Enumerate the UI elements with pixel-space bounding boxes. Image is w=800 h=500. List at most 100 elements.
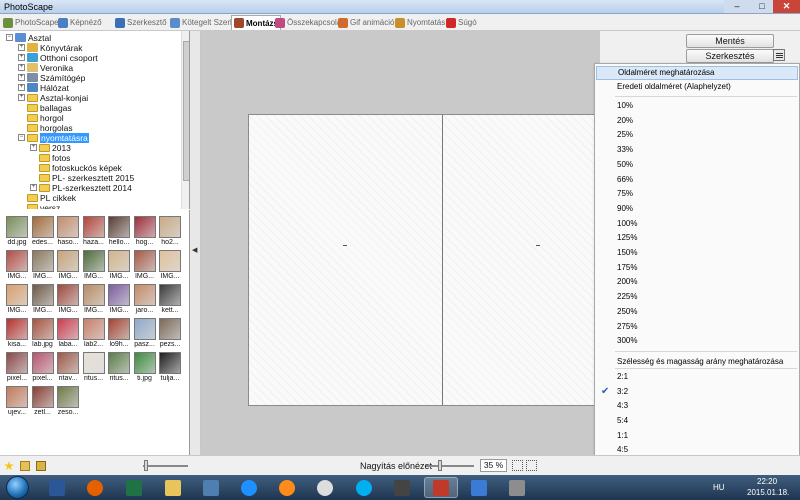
- tree-scroll-thumb[interactable]: [183, 41, 189, 181]
- zoom-slider[interactable]: [426, 465, 474, 467]
- zoom-slider-knob[interactable]: [438, 460, 443, 471]
- menu-zoom-66[interactable]: 66%: [596, 173, 798, 187]
- photo-thumbnail[interactable]: [82, 250, 105, 272]
- menu-ratio-3-2[interactable]: ✔ 3:2: [596, 385, 798, 399]
- folder-add-icon[interactable]: [20, 461, 30, 471]
- taskbar-app[interactable]: [232, 477, 266, 498]
- photo-thumbnail[interactable]: [6, 386, 28, 408]
- menu-zoom-50[interactable]: 50%: [596, 158, 798, 172]
- photo-thumbnail[interactable]: [159, 318, 181, 340]
- photo-thumbnail[interactable]: [31, 250, 54, 272]
- expander-icon[interactable]: +: [18, 54, 25, 61]
- menu-zoom-225[interactable]: 225%: [596, 290, 798, 304]
- photo-thumbnail[interactable]: [82, 352, 105, 374]
- montage-canvas[interactable]: [248, 114, 600, 406]
- photo-thumbnail[interactable]: [31, 318, 54, 340]
- tab-viewer[interactable]: Képnéző: [58, 15, 102, 30]
- photo-thumbnail[interactable]: [6, 216, 28, 238]
- photo-thumbnail[interactable]: [57, 216, 79, 238]
- maximize-button[interactable]: □: [749, 0, 775, 13]
- photo-thumbnail[interactable]: [57, 386, 79, 408]
- photo-thumbnail[interactable]: [108, 216, 130, 238]
- edit-button[interactable]: Szerkesztés: [686, 49, 774, 63]
- save-button[interactable]: Mentés: [686, 34, 774, 48]
- tab-page[interactable]: Montázs: [231, 15, 281, 30]
- frame-divider[interactable]: [442, 115, 443, 405]
- thumbnail-size-slider[interactable]: [143, 465, 188, 467]
- expander-icon[interactable]: +: [30, 144, 37, 151]
- tree-item[interactable]: versz: [18, 202, 60, 209]
- photo-thumbnail[interactable]: [6, 318, 28, 340]
- tab-gif[interactable]: Gif animáció: [338, 15, 394, 30]
- folder-browse-icon[interactable]: [36, 461, 46, 471]
- collapse-arrow-icon[interactable]: ◀: [192, 246, 197, 254]
- tab-photoscape[interactable]: PhotoScape: [3, 15, 59, 30]
- actual-size-icon[interactable]: [526, 460, 537, 471]
- taskbar-app[interactable]: [347, 477, 381, 498]
- taskbar-app[interactable]: [424, 477, 458, 498]
- taskbar-app[interactable]: [156, 477, 190, 498]
- favorite-star-icon[interactable]: [4, 461, 14, 471]
- photo-thumbnail[interactable]: [108, 352, 130, 374]
- tab-combine[interactable]: Összekapcsolás: [275, 15, 345, 30]
- photo-thumbnail[interactable]: [133, 216, 156, 238]
- menu-zoom-250[interactable]: 250%: [596, 305, 798, 319]
- photo-thumbnail[interactable]: [82, 216, 105, 238]
- expander-icon[interactable]: +: [18, 74, 25, 81]
- menu-zoom-10[interactable]: 10%: [596, 99, 798, 113]
- photo-thumbnail[interactable]: [159, 216, 181, 238]
- tree-scrollbar[interactable]: [181, 31, 189, 209]
- clock-time[interactable]: 22:20: [757, 477, 777, 486]
- expander-icon[interactable]: −: [18, 134, 25, 141]
- menu-zoom-125[interactable]: 125%: [596, 231, 798, 245]
- menu-ratio-2-1[interactable]: 2:1: [596, 370, 798, 384]
- taskbar-app[interactable]: [385, 477, 419, 498]
- photo-thumbnail[interactable]: [6, 284, 28, 306]
- expander-icon[interactable]: +: [18, 94, 25, 101]
- menu-zoom-90[interactable]: 90%: [596, 202, 798, 216]
- expander-icon[interactable]: −: [6, 34, 13, 41]
- menu-ratio-1-1[interactable]: 1:1: [596, 429, 798, 443]
- menu-zoom-275[interactable]: 275%: [596, 320, 798, 334]
- photo-thumbnail[interactable]: [159, 284, 181, 306]
- photo-thumbnail[interactable]: [57, 318, 79, 340]
- menu-fit-page[interactable]: Oldalméret meghatározása: [596, 66, 798, 80]
- photo-thumbnail[interactable]: [31, 216, 54, 238]
- menu-zoom-33[interactable]: 33%: [596, 143, 798, 157]
- photo-thumbnail[interactable]: [31, 352, 54, 374]
- photo-thumbnail[interactable]: [108, 284, 130, 306]
- expander-icon[interactable]: +: [18, 64, 25, 71]
- taskbar-app[interactable]: [117, 477, 151, 498]
- menu-ratio-header[interactable]: Szélesség és magasság arány meghatározás…: [596, 355, 798, 369]
- photo-thumbnail[interactable]: [6, 352, 28, 374]
- menu-zoom-75[interactable]: 75%: [596, 187, 798, 201]
- expander-icon[interactable]: +: [18, 44, 25, 51]
- expander-icon[interactable]: +: [30, 184, 37, 191]
- taskbar-app[interactable]: [194, 477, 228, 498]
- minimize-button[interactable]: –: [724, 0, 750, 13]
- menu-original-size[interactable]: Eredeti oldalméret (Alaphelyzet): [596, 80, 798, 94]
- menu-zoom-175[interactable]: 175%: [596, 261, 798, 275]
- photo-thumbnail[interactable]: [31, 386, 54, 408]
- taskbar-app[interactable]: [462, 477, 496, 498]
- start-button[interactable]: [3, 475, 33, 500]
- menu-zoom-100[interactable]: 100%: [596, 217, 798, 231]
- menu-zoom-25[interactable]: 25%: [596, 128, 798, 142]
- taskbar-app[interactable]: [40, 477, 74, 498]
- close-button[interactable]: ✕: [773, 0, 800, 13]
- photo-thumbnail[interactable]: [133, 284, 156, 306]
- photo-thumbnail[interactable]: [57, 284, 79, 306]
- photo-thumbnail[interactable]: [159, 250, 181, 272]
- photo-thumbnail[interactable]: [82, 284, 105, 306]
- menu-ratio-4-3[interactable]: 4:3: [596, 399, 798, 413]
- tab-help[interactable]: Súgó: [446, 15, 477, 30]
- photo-thumbnail[interactable]: [133, 318, 156, 340]
- thumbnail-size-knob[interactable]: [144, 460, 148, 471]
- menu-zoom-300[interactable]: 300%: [596, 334, 798, 348]
- taskbar-app[interactable]: [308, 477, 342, 498]
- menu-zoom-20[interactable]: 20%: [596, 114, 798, 128]
- photo-thumbnail[interactable]: [82, 318, 105, 340]
- photo-thumbnail[interactable]: [108, 250, 130, 272]
- zoom-value[interactable]: 35 %: [480, 459, 507, 472]
- clock-date[interactable]: 2015.01.18.: [747, 488, 789, 497]
